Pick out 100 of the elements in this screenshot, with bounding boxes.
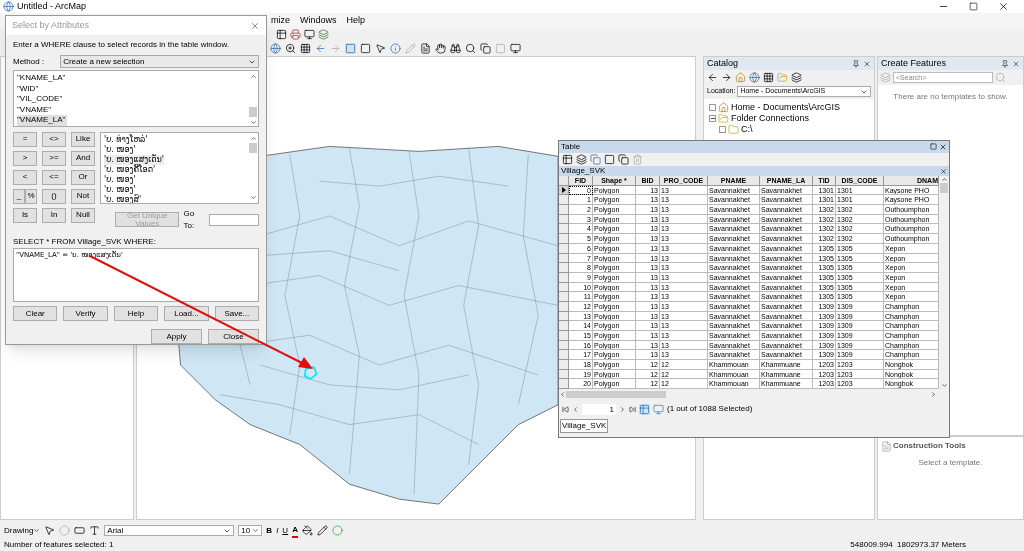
dialog-button[interactable]: Null xyxy=(71,207,95,223)
bold-button[interactable]: B xyxy=(266,524,273,537)
globe-icon[interactable] xyxy=(749,71,760,83)
value-item[interactable]: 'ບ. ທ່າງໂຫລ່' xyxy=(104,134,148,145)
layers-icon[interactable] xyxy=(791,71,802,83)
fill-color-icon[interactable] xyxy=(301,525,313,536)
caret-icon xyxy=(33,527,41,534)
scroll-left-icon xyxy=(559,390,566,398)
dialog-button[interactable]: Clear xyxy=(13,306,58,321)
close-icon[interactable] xyxy=(1012,59,1020,68)
expand-icon[interactable] xyxy=(709,104,716,111)
dialog-button[interactable]: And xyxy=(71,150,95,166)
font-size-dropdown[interactable]: 10 xyxy=(238,525,263,536)
close-icon[interactable] xyxy=(863,59,871,68)
close-icon[interactable] xyxy=(998,1,1009,12)
dialog-button[interactable]: In xyxy=(42,207,66,223)
scroll-up-icon xyxy=(940,176,948,183)
method-dropdown[interactable]: Create a new selection xyxy=(60,55,259,69)
menu-item[interactable]: Windows xyxy=(299,14,338,28)
table-tab[interactable]: Village_SVK xyxy=(560,419,609,433)
value-item[interactable]: 'ບ. ໜອງ' xyxy=(104,144,136,155)
line-color-icon[interactable] xyxy=(316,525,328,536)
window-icon[interactable] xyxy=(304,29,315,40)
field-item[interactable]: "VNAME_LA" xyxy=(17,115,68,126)
goto-field[interactable] xyxy=(209,213,259,226)
record-field[interactable]: 1 xyxy=(582,403,616,415)
menu-item[interactable]: mize xyxy=(270,14,291,28)
zoom-in-icon[interactable] xyxy=(285,42,296,54)
dialog-button[interactable]: Like xyxy=(71,131,95,147)
pin-icon[interactable] xyxy=(1001,59,1009,68)
underline-button[interactable]: U xyxy=(282,524,289,537)
maximize-icon[interactable] xyxy=(969,2,978,11)
collapse-icon[interactable] xyxy=(709,115,716,122)
dialog-button[interactable]: Help xyxy=(113,306,159,321)
dialog-button[interactable]: Save... xyxy=(214,306,260,321)
table-options-icon[interactable] xyxy=(562,154,573,165)
pointer-icon[interactable] xyxy=(44,525,56,536)
pin-icon[interactable] xyxy=(852,59,860,68)
binoculars-icon[interactable] xyxy=(450,42,461,54)
next-record-icon[interactable] xyxy=(619,405,626,413)
table-icon[interactable] xyxy=(276,29,287,40)
value-item[interactable]: 'ບ. ໜອງສົ' xyxy=(104,194,142,203)
copy-icon[interactable] xyxy=(480,42,491,54)
italic-button[interactable]: I xyxy=(276,524,279,537)
restore-icon[interactable] xyxy=(930,143,937,150)
dialog-button[interactable]: () xyxy=(42,188,66,204)
panel-title: Construction Tools xyxy=(893,440,966,452)
field-item[interactable]: "WID" xyxy=(17,83,41,95)
scroll-thumb[interactable] xyxy=(940,183,948,193)
first-record-icon[interactable] xyxy=(562,405,569,413)
dialog-button[interactable]: < xyxy=(13,169,37,185)
dialog-button[interactable]: Is xyxy=(13,207,37,223)
value-item[interactable]: 'ບ. ໜອງ' xyxy=(104,184,136,195)
dialog-button[interactable]: Or xyxy=(71,169,95,185)
value-item[interactable]: 'ບ. ໜອງ' xyxy=(104,174,136,185)
close-icon[interactable] xyxy=(940,167,947,175)
drawing-menu-button[interactable]: Drawing xyxy=(4,524,41,537)
scroll-thumb[interactable] xyxy=(566,390,666,398)
rectangle-icon[interactable] xyxy=(74,525,86,536)
dialog-button[interactable]: Not xyxy=(71,188,95,204)
copy-icon[interactable] xyxy=(618,154,629,165)
text-icon[interactable] xyxy=(89,525,101,536)
field-item[interactable]: "VIL_CODE" xyxy=(17,94,65,105)
scroll-down-icon xyxy=(940,382,948,389)
grid-icon[interactable] xyxy=(763,71,774,83)
dialog-button[interactable]: Close xyxy=(208,329,259,344)
value-item[interactable]: 'ບ. ໜອງຄີ້ໂອດ' xyxy=(104,164,156,175)
marker-color-icon[interactable] xyxy=(331,525,343,536)
field-item[interactable]: "KNAME_LA" xyxy=(17,73,68,84)
dialog-button[interactable]: >= xyxy=(42,150,66,166)
scroll-thumb[interactable] xyxy=(249,106,257,117)
dialog-button[interactable]: <> xyxy=(42,131,66,147)
menu-item[interactable]: Help xyxy=(345,14,367,28)
search-icon[interactable] xyxy=(465,42,476,54)
hand-icon[interactable] xyxy=(435,42,446,54)
dialog-button[interactable]: = xyxy=(13,131,37,147)
dialog-button[interactable]: > xyxy=(13,150,37,166)
dialog-button[interactable]: Apply xyxy=(151,329,202,344)
dialog-button[interactable]: <= xyxy=(42,169,66,185)
display-icon[interactable] xyxy=(510,42,521,54)
dialog-button[interactable]: Load... xyxy=(164,306,209,321)
dialog-button[interactable]: % xyxy=(25,188,37,204)
field-item[interactable]: "VNAME" xyxy=(17,104,54,116)
dialog-button[interactable]: _ xyxy=(13,188,25,204)
font-dropdown[interactable]: Arial xyxy=(104,525,235,536)
pointer-icon[interactable] xyxy=(375,42,386,54)
previous-record-icon[interactable] xyxy=(572,405,579,413)
scroll-down-icon xyxy=(249,193,257,201)
globe-icon[interactable] xyxy=(270,42,281,54)
close-icon[interactable] xyxy=(939,143,947,151)
dialog-button[interactable]: Verify xyxy=(63,306,108,321)
panel-title: Catalog xyxy=(707,56,739,70)
show-all-records-icon[interactable] xyxy=(639,403,650,415)
expand-icon[interactable] xyxy=(719,126,726,133)
printer-icon[interactable] xyxy=(290,29,301,40)
back-arrow-icon[interactable] xyxy=(707,71,718,83)
last-record-icon[interactable] xyxy=(629,405,636,413)
forward-arrow-icon[interactable] xyxy=(721,71,732,83)
caret-icon xyxy=(252,527,260,534)
scroll-thumb[interactable] xyxy=(249,142,257,153)
